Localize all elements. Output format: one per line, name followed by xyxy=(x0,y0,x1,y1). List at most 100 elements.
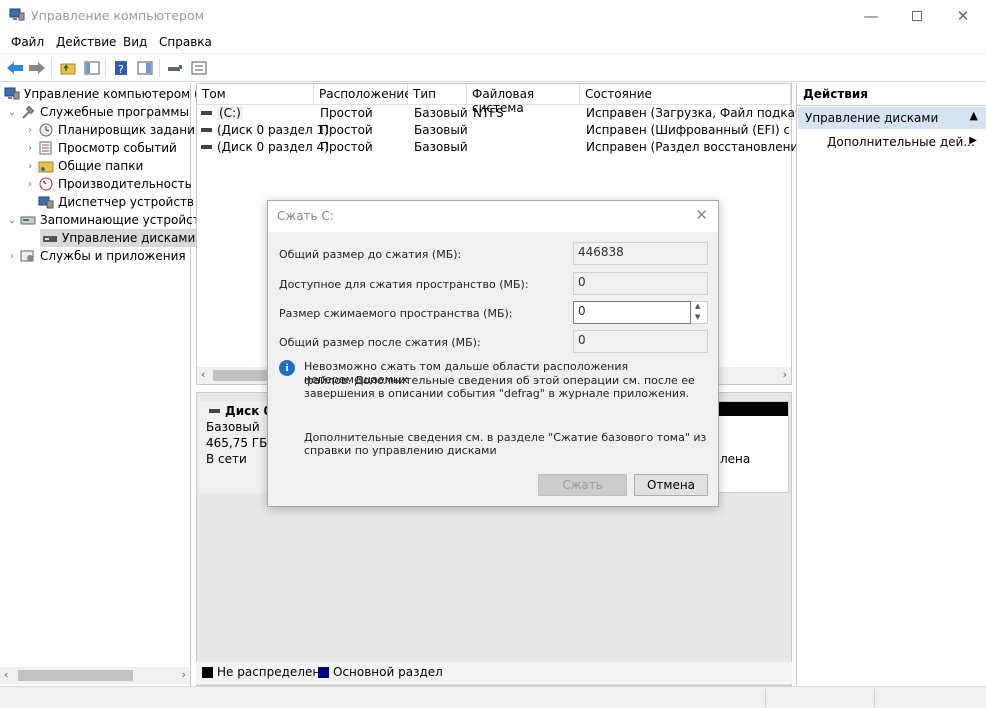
connect-icon[interactable] xyxy=(165,58,185,78)
tree-item-performance[interactable]: › Производительность xyxy=(24,175,192,193)
legend-primary: Основной раздел xyxy=(333,665,443,679)
cell-volume: (C:) xyxy=(217,106,243,120)
actions-pane: Действия Управление дисками ▲ Дополнител… xyxy=(796,83,986,686)
tree-item-device-manager[interactable]: Диспетчер устройств xyxy=(36,193,194,211)
column-header-status[interactable]: Состояние xyxy=(580,84,791,105)
cancel-button[interactable]: Отмена xyxy=(634,474,708,496)
disk-type: Базовый xyxy=(206,420,260,434)
tree-item-services[interactable]: › Службы и приложения xyxy=(6,247,186,265)
volume-icon xyxy=(201,145,212,149)
show-hide-tree-icon[interactable] xyxy=(82,58,102,78)
clock-icon xyxy=(38,123,54,137)
scroll-thumb[interactable] xyxy=(18,670,133,681)
back-arrow-icon[interactable] xyxy=(5,58,25,78)
volume-icon xyxy=(201,128,212,132)
list-view-icon[interactable] xyxy=(189,58,209,78)
table-row[interactable]: (Диск 0 раздел 4) Простой Базовый Исправ… xyxy=(197,139,810,157)
column-header-layout[interactable]: Расположение xyxy=(314,84,412,105)
chevron-down-icon[interactable]: ⌄ xyxy=(6,215,18,226)
actions-header: Действия xyxy=(797,83,986,106)
minimize-button[interactable]: — xyxy=(848,0,894,31)
tree-item-event-viewer[interactable]: › Просмотр событий xyxy=(24,139,177,157)
column-header-filesystem[interactable]: Файловая система xyxy=(467,84,580,115)
scroll-left-icon[interactable]: ‹ xyxy=(4,668,8,681)
close-button[interactable]: ✕ xyxy=(940,0,986,31)
collapse-up-icon[interactable]: ▲ xyxy=(970,109,978,122)
shrink-amount-input[interactable]: 0 xyxy=(573,301,691,324)
tree-label: Службы и приложения xyxy=(40,249,186,263)
legend: Не распределена Основной раздел xyxy=(196,662,792,684)
table-row[interactable]: (C:) Простой Базовый NTFS Исправен (Загр… xyxy=(197,105,821,123)
column-header-volume[interactable]: Том xyxy=(197,84,314,105)
chevron-right-icon[interactable]: › xyxy=(24,161,36,172)
help-icon[interactable]: ? xyxy=(111,58,131,78)
cell-type: Базовый xyxy=(414,123,468,137)
menu-bar: Файл Действие Вид Справка xyxy=(0,31,986,53)
disk-size: 465,75 ГБ xyxy=(206,436,268,450)
available-space-field: 0 xyxy=(573,272,708,295)
chevron-right-icon[interactable]: › xyxy=(24,125,36,136)
partition-header-bar xyxy=(718,402,788,416)
info-icon: i xyxy=(279,360,295,376)
chevron-right-icon[interactable]: › xyxy=(24,179,36,190)
title-bar: Управление компьютером — ✕ xyxy=(0,0,986,31)
cell-status: Исправен (Шифрованный (EFI) систе xyxy=(586,123,789,137)
volume-icon xyxy=(201,111,212,115)
tree-item-computer-management[interactable]: Управление компьютером (л xyxy=(2,85,206,103)
tree-item-utilities[interactable]: ⌄ Служебные программы xyxy=(6,103,189,121)
info-text-line3: завершения в описании события "defrag" в… xyxy=(304,387,690,400)
table-row[interactable]: (Диск 0 раздел 1) Простой Базовый Исправ… xyxy=(197,122,791,140)
tree-label: Служебные программы xyxy=(40,105,189,119)
actions-section-disk-management[interactable]: Управление дисками ▲ xyxy=(798,107,986,129)
maximize-button[interactable] xyxy=(894,0,940,31)
menu-file[interactable]: Файл xyxy=(11,35,44,49)
menu-view[interactable]: Вид xyxy=(123,35,147,49)
services-icon xyxy=(20,249,36,263)
forward-arrow-icon[interactable] xyxy=(27,58,47,78)
menu-action[interactable]: Действие xyxy=(56,35,116,49)
scroll-right-icon[interactable]: › xyxy=(783,368,787,381)
disk-icon xyxy=(209,409,220,413)
cell-volume: (Диск 0 раздел 1) xyxy=(217,123,329,137)
cell-filesystem: NTFS xyxy=(473,106,504,120)
scroll-right-icon[interactable]: › xyxy=(182,668,186,681)
tree-label: Управление дисками xyxy=(62,231,196,245)
event-log-icon xyxy=(38,141,54,155)
total-size-label: Общий размер до сжатия (МБ): xyxy=(279,248,462,261)
up-folder-icon[interactable] xyxy=(58,58,78,78)
tree-label: Общие папки xyxy=(58,159,144,173)
tree-label: Производительность xyxy=(58,177,192,191)
tree-item-storage[interactable]: ⌄ Запоминающие устройст xyxy=(6,211,200,229)
computer-management-icon xyxy=(9,8,25,22)
disk-name: Диск 0 xyxy=(225,404,272,418)
shrink-amount-label: Размер сжимаемого пространства (МБ): xyxy=(279,307,513,320)
column-header-type[interactable]: Тип xyxy=(408,84,467,105)
info-text-line2: файлов. Дополнительные сведения об этой … xyxy=(304,374,695,387)
spin-up-icon[interactable]: ▲ xyxy=(695,302,700,310)
tree-horizontal-scrollbar[interactable]: ‹ › xyxy=(0,667,190,684)
shrink-button[interactable]: Сжать xyxy=(538,474,627,496)
tree-label: Планировщик заданий xyxy=(58,123,203,137)
disk-management-icon xyxy=(42,231,58,245)
submenu-arrow-icon: ▶ xyxy=(969,135,977,146)
spin-down-icon[interactable]: ▼ xyxy=(695,313,700,321)
storage-icon xyxy=(20,213,36,227)
legend-unallocated: Не распределена xyxy=(217,665,328,679)
chevron-right-icon[interactable]: › xyxy=(6,251,18,262)
dialog-close-icon[interactable]: ✕ xyxy=(695,206,708,224)
cell-layout: Простой xyxy=(320,106,373,120)
tree-item-disk-management[interactable]: Управление дисками xyxy=(40,229,200,247)
size-after-label: Общий размер после сжатия (МБ): xyxy=(279,336,481,349)
chevron-right-icon[interactable]: › xyxy=(24,143,36,154)
tree-label: Запоминающие устройст xyxy=(40,213,200,227)
scroll-left-icon[interactable]: ‹ xyxy=(201,368,205,381)
help-text-line2: справки по управлению дисками xyxy=(304,444,497,457)
partition-box[interactable]: лена xyxy=(717,401,789,493)
properties-pane-icon[interactable] xyxy=(135,58,155,78)
menu-help[interactable]: Справка xyxy=(159,35,212,49)
tree-item-task-scheduler[interactable]: › Планировщик заданий xyxy=(24,121,203,139)
shrink-amount-stepper[interactable]: ▲ ▼ xyxy=(691,301,708,324)
chevron-down-icon[interactable]: ⌄ xyxy=(6,107,18,118)
actions-more[interactable]: Дополнительные дей... ▶ xyxy=(827,135,977,153)
tree-item-shared-folders[interactable]: › Общие папки xyxy=(24,157,143,175)
